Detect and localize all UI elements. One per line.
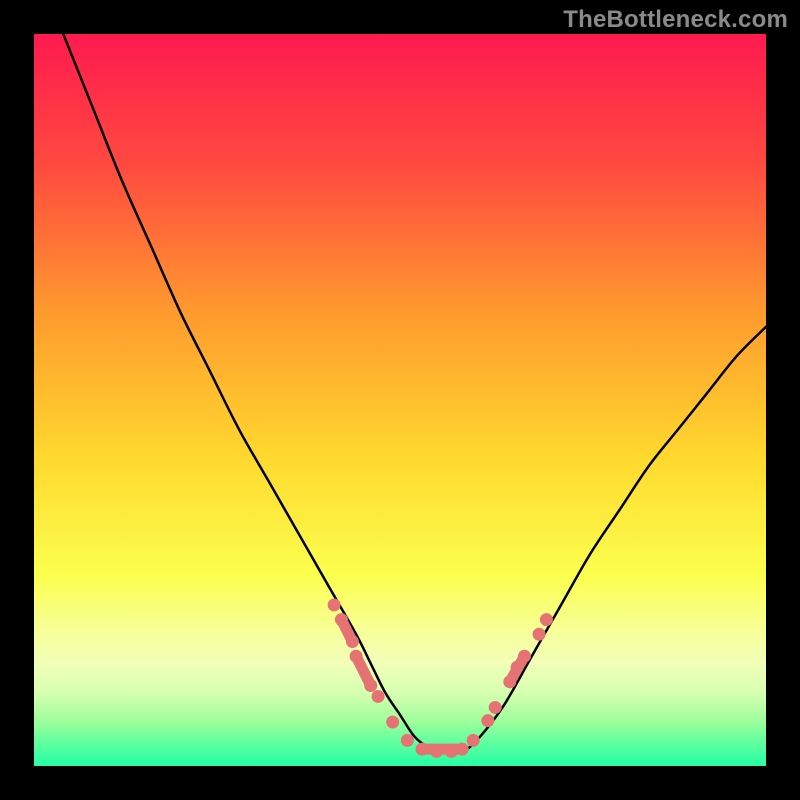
data-marker [467,734,480,747]
data-marker [445,745,458,758]
data-marker [415,743,428,756]
data-marker [430,745,443,758]
data-marker [401,734,414,747]
data-marker [489,701,502,714]
data-marker [386,716,399,729]
data-marker [540,613,553,626]
data-marker [335,613,348,626]
gradient-background [34,34,766,766]
data-marker [328,598,341,611]
chart-frame [34,34,766,766]
watermark-text: TheBottleneck.com [563,6,788,34]
data-marker [518,650,531,663]
data-marker [350,650,363,663]
data-marker [372,690,385,703]
data-marker [456,743,469,756]
bottleneck-chart [34,34,766,766]
data-marker [481,714,494,727]
data-marker [364,679,377,692]
data-marker [533,628,546,641]
data-marker [511,661,524,674]
data-marker [346,635,359,648]
data-marker [503,675,516,688]
